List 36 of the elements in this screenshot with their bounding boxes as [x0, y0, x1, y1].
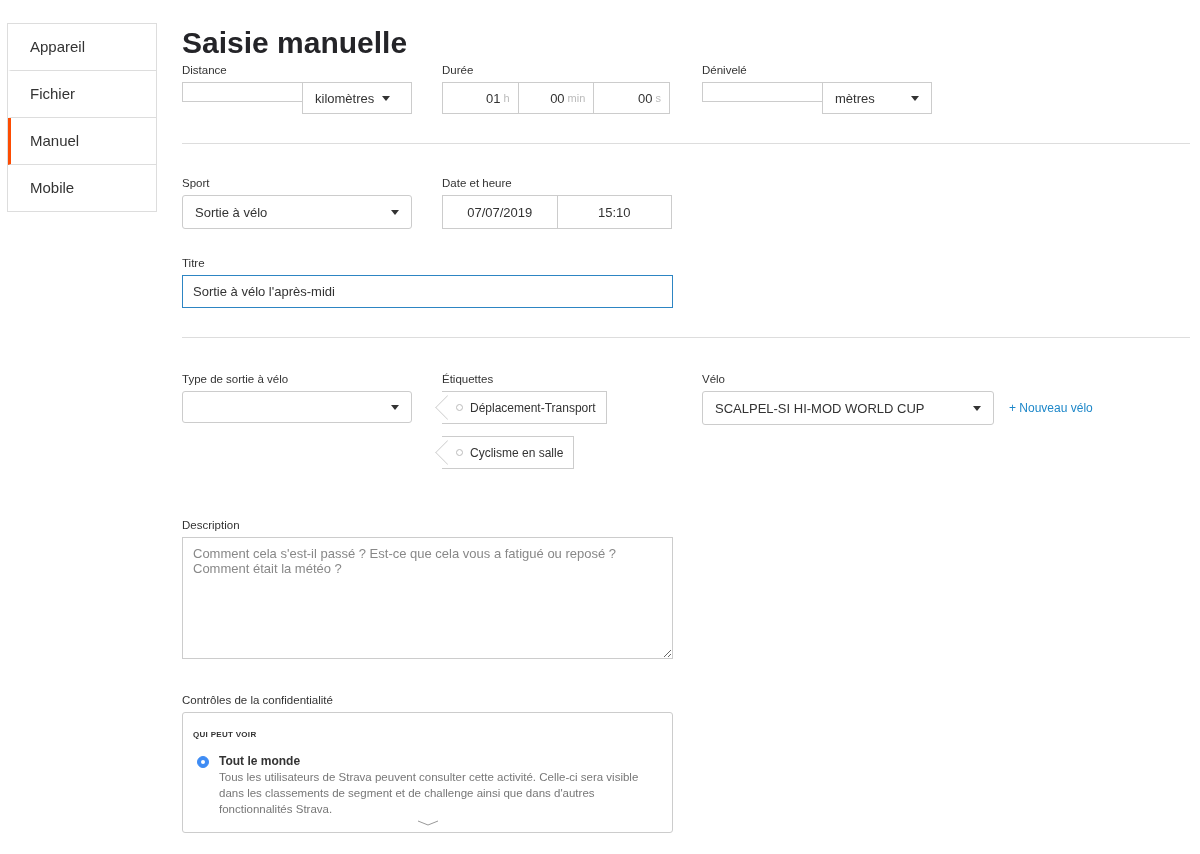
- caret-icon: [391, 404, 399, 410]
- sidebar-item[interactable]: Mobile: [8, 165, 156, 211]
- unit-select[interactable]: kilomètres: [302, 82, 412, 114]
- field-label: Description: [182, 519, 240, 531]
- new-bike-link[interactable]: + Nouveau vélo: [1009, 401, 1093, 415]
- field-label: Vélo: [702, 373, 726, 385]
- sport-select[interactable]: Sortie à vélo: [182, 195, 412, 229]
- section-heading: QUI PEUT VOIR: [193, 730, 257, 739]
- unit-select[interactable]: mètres: [822, 82, 932, 114]
- ride-type-select[interactable]: [182, 391, 412, 423]
- sidebar-item[interactable]: Manuel: [8, 118, 156, 165]
- distance-input[interactable]: [182, 82, 302, 102]
- sidebar-item[interactable]: Fichier: [8, 71, 156, 118]
- field-label: Étiquettes: [442, 373, 494, 385]
- title-input[interactable]: Sortie à vélo l'après-midi: [182, 275, 673, 308]
- field-label: Type de sortie à vélo: [182, 373, 289, 385]
- chevron-down-icon[interactable]: [416, 820, 439, 826]
- radio-button[interactable]: [197, 756, 209, 768]
- field-label: Distance: [182, 64, 227, 76]
- caret-icon: [382, 95, 391, 101]
- option-description: Tous les utilisateurs de Strava peuvent consulter cette activité. Celle-ci sera visible dans les classements de segment et de challenge ainsi que dans d'autres fonctionnalités Strava.: [219, 770, 640, 817]
- caret-icon: [973, 405, 981, 411]
- page-title: Saisie manuelle: [182, 26, 408, 60]
- bike-select[interactable]: SCALPEL-SI HI-MOD WORLD CUP: [702, 391, 994, 425]
- sidebar-item[interactable]: Appareil: [8, 24, 156, 71]
- caret-icon: [391, 209, 399, 215]
- description-textarea[interactable]: Comment cela s'est-il passé ? Est-ce que cela vous a fatigué ou reposé ? Comment était la météo ?: [182, 537, 673, 659]
- field-label: Contrôles de la confidentialité: [182, 694, 333, 706]
- field-label: Titre: [182, 257, 205, 269]
- field-label: Sport: [182, 177, 210, 189]
- field-label: Durée: [442, 64, 474, 76]
- caret-icon: [911, 95, 919, 101]
- elevation-input[interactable]: [702, 82, 822, 102]
- option-title: Tout le monde: [219, 754, 301, 768]
- field-label: Date et heure: [442, 177, 512, 189]
- field-label: Dénivelé: [702, 64, 747, 76]
